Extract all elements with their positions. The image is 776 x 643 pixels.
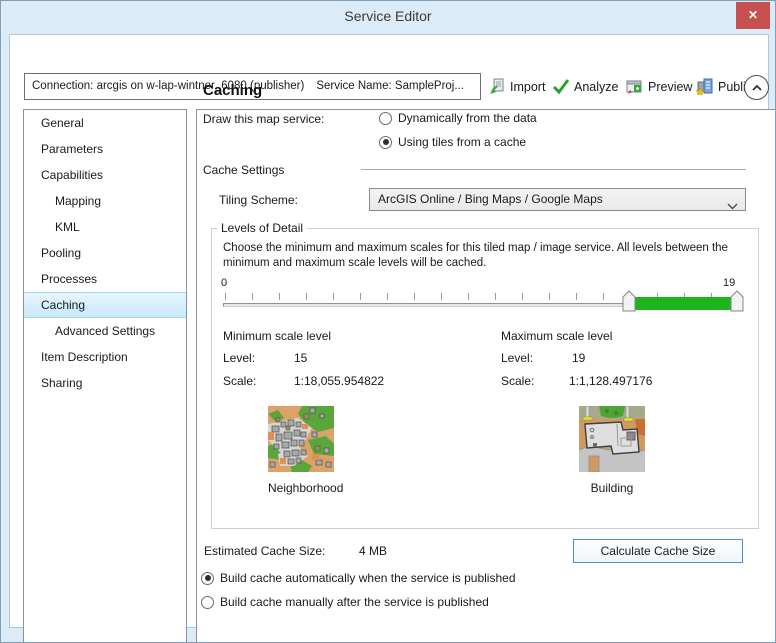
radio-label: Build cache manually after the service i…	[220, 595, 489, 609]
draw-service-label: Draw this map service:	[203, 112, 324, 126]
max-level-label: Level:	[501, 351, 533, 365]
building-thumbnail	[579, 406, 645, 472]
min-scale-value: 1:18,055.954822	[294, 374, 384, 388]
sidebar-item-caching[interactable]: Caching	[24, 292, 186, 318]
radio-circle	[379, 112, 392, 125]
max-scale-label: Scale:	[501, 374, 534, 388]
maximum-scale-heading: Maximum scale level	[501, 329, 612, 343]
close-button[interactable]: ✕	[736, 2, 770, 29]
import-label: Import	[510, 80, 545, 94]
levels-of-detail-description: Choose the minimum and maximum scales fo…	[223, 241, 749, 271]
min-scale-label: Scale:	[223, 374, 256, 388]
service-editor-dialog: Service Editor ✕ Connection: arcgis on w…	[0, 0, 776, 643]
tiling-scheme-label: Tiling Scheme:	[219, 193, 298, 207]
sidebar-item-processes[interactable]: Processes	[24, 266, 186, 292]
sidebar: General Parameters Capabilities Mapping …	[23, 109, 187, 643]
slider-max-tick-label: 19	[723, 277, 735, 289]
neighborhood-thumbnail	[268, 406, 334, 472]
analyze-check-icon	[552, 78, 570, 95]
radio-label: Dynamically from the data	[398, 111, 537, 125]
minimum-scale-heading: Minimum scale level	[223, 329, 331, 343]
import-icon	[488, 78, 506, 95]
min-level-label: Level:	[223, 351, 255, 365]
publish-icon	[696, 78, 714, 95]
tiling-scheme-dropdown[interactable]: ArcGIS Online / Bing Maps / Google Maps	[369, 188, 746, 211]
connection-label: Connection: arcgis on w-lap-wintner_6080…	[32, 80, 304, 92]
slider-min-tick-label: 0	[221, 277, 227, 289]
sidebar-item-capabilities[interactable]: Capabilities	[24, 162, 186, 188]
slider-min-handle[interactable]	[622, 290, 636, 312]
analyze-button[interactable]: Analyze	[552, 73, 618, 100]
close-icon: ✕	[748, 8, 758, 22]
sidebar-item-general[interactable]: General	[24, 110, 186, 136]
page-title: Caching	[203, 82, 262, 99]
neighborhood-caption: Neighborhood	[268, 481, 334, 495]
preview-icon	[626, 78, 644, 95]
radio-circle	[201, 596, 214, 609]
window-title: Service Editor	[1, 1, 775, 31]
radio-label: Using tiles from a cache	[398, 135, 526, 149]
radio-circle-checked	[201, 572, 214, 585]
radio-dynamically-from-data[interactable]: Dynamically from the data	[379, 111, 537, 125]
sidebar-item-kml[interactable]: KML	[24, 214, 186, 240]
sidebar-item-sharing[interactable]: Sharing	[24, 370, 186, 396]
cache-settings-divider	[361, 169, 746, 170]
radio-using-tiles-from-cache[interactable]: Using tiles from a cache	[379, 135, 526, 149]
service-name-label: Service Name: SampleProj...	[316, 80, 464, 92]
estimated-cache-size-value: 4 MB	[359, 544, 387, 558]
building-caption: Building	[579, 481, 645, 495]
titlebar[interactable]: Service Editor ✕	[1, 1, 775, 32]
sidebar-item-mapping[interactable]: Mapping	[24, 188, 186, 214]
sidebar-item-advanced-settings[interactable]: Advanced Settings	[24, 318, 186, 344]
sidebar-item-pooling[interactable]: Pooling	[24, 240, 186, 266]
max-level-value: 19	[572, 351, 585, 365]
sidebar-item-item-description[interactable]: Item Description	[24, 344, 186, 370]
max-scale-value: 1:1,128.497176	[569, 374, 652, 388]
calculate-cache-size-button[interactable]: Calculate Cache Size	[573, 539, 743, 563]
slider-selected-range[interactable]	[629, 297, 737, 310]
slider-max-handle[interactable]	[730, 290, 744, 312]
radio-circle-checked	[379, 136, 392, 149]
import-button[interactable]: Import	[488, 73, 545, 100]
radio-build-manually[interactable]: Build cache manually after the service i…	[201, 595, 489, 609]
levels-of-detail-legend: Levels of Detail	[217, 221, 307, 235]
tiling-scheme-value: ArcGIS Online / Bing Maps / Google Maps	[378, 192, 603, 206]
chevron-down-icon	[727, 196, 738, 211]
analyze-label: Analyze	[574, 80, 618, 94]
radio-label: Build cache automatically when the servi…	[220, 571, 516, 585]
estimated-cache-size-label: Estimated Cache Size:	[204, 544, 325, 558]
radio-build-automatically[interactable]: Build cache automatically when the servi…	[201, 571, 516, 585]
min-level-value: 15	[294, 351, 307, 365]
sidebar-item-parameters[interactable]: Parameters	[24, 136, 186, 162]
cache-settings-label: Cache Settings	[203, 163, 284, 177]
collapse-panel-button[interactable]	[744, 75, 769, 100]
preview-button[interactable]: Preview	[626, 73, 692, 100]
chevron-up-icon	[751, 81, 763, 95]
preview-label: Preview	[648, 80, 692, 94]
